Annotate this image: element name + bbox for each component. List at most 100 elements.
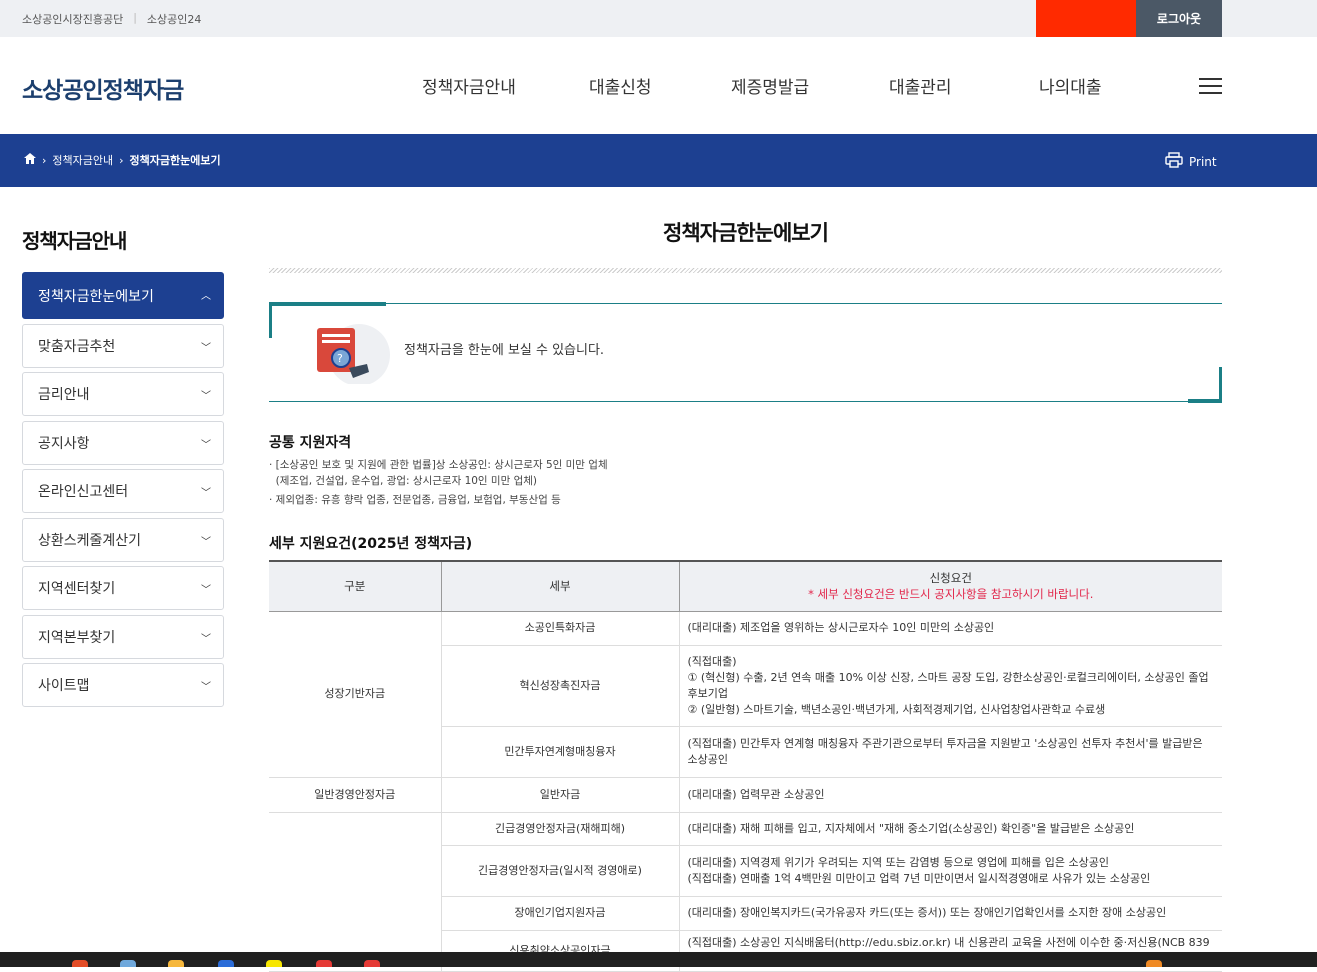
home-icon[interactable]: [24, 153, 36, 167]
table-row: 성장기반자금 소공인특화자금 (대리대출) 제조업을 영위하는 상시근로자수 1…: [269, 611, 1222, 778]
svg-text:?: ?: [337, 352, 343, 365]
chrome-icon[interactable]: [72, 960, 88, 967]
table-row: 일반경영안정자금 일반자금 (대리대출) 업력무관 소상공인: [269, 777, 1222, 813]
accent-line: [1188, 399, 1222, 403]
page-title: 정책자금한눈에보기: [663, 221, 829, 245]
breadcrumb-level1[interactable]: 정책자금안내: [52, 152, 113, 168]
app-icon[interactable]: [364, 960, 380, 967]
logout-button[interactable]: 로그아웃: [1136, 0, 1222, 37]
sidebar-item-label: 공지사항: [38, 435, 90, 452]
top-utility-bar: 소상공인시장진흥공단 | 소상공인24 로그아웃: [0, 0, 1317, 37]
detail-cell: 일반자금: [441, 777, 680, 813]
table-row: 긴급경영안정자금(재해피해) (대리대출) 재해 피해를 입고, 지자체에서 "…: [269, 812, 1222, 972]
req-line: (직접대출): [687, 654, 737, 668]
sidebar-item-interest[interactable]: 금리안내 ﹀: [22, 372, 224, 416]
sidebar-item-label: 맞춤자금추천: [38, 338, 116, 355]
req-line: ① (혁신형) 수출, 2년 연속 매출 10% 이상 신장, 스마트 공장 도…: [687, 670, 1209, 700]
req-cell: (직접대출) 민간투자 연계형 매칭융자 주관기관으로부터 투자금을 지원받고 …: [679, 726, 1222, 778]
nav-policy-fund[interactable]: 정책자금안내: [422, 73, 516, 98]
nav-loan-apply[interactable]: 대출신청: [589, 73, 652, 98]
group-cell: [269, 812, 442, 972]
header-requirement-label: 신청요건: [929, 571, 972, 586]
policy-book-icon: ?: [301, 324, 391, 386]
detail-cell: 긴급경영안정자금(일시적 경영애로): [441, 845, 680, 897]
app-icon[interactable]: [120, 960, 136, 967]
sidebar-item-label: 상환스케줄계산기: [38, 532, 142, 549]
header-requirement: 신청요건 * 세부 신청요건은 반드시 공지사항을 참고하시기 바랍니다.: [679, 560, 1222, 612]
sidebar-item-center[interactable]: 지역센터찾기 ﹀: [22, 566, 224, 610]
chevron-down-icon: ﹀: [201, 682, 211, 693]
breadcrumb: › 정책자금안내 › 정책자금한눈에보기: [24, 152, 221, 168]
sidebar-item-report[interactable]: 온라인신고센터 ﹀: [22, 469, 224, 513]
chevron-down-icon: ﹀: [201, 342, 211, 354]
breadcrumb-bar: › 정책자금안내 › 정책자금한눈에보기 Print: [0, 134, 1317, 187]
chevron-down-icon: ﹀: [201, 439, 211, 451]
req-cell: (대리대출) 업력무관 소상공인: [679, 777, 1222, 813]
sidebar-item-notice[interactable]: 공지사항 ﹀: [22, 420, 224, 465]
sidebar-item-overview[interactable]: 정책자금한눈에보기 ︿: [22, 272, 224, 319]
accent-line: [1219, 367, 1222, 403]
detail-cell: 긴급경영안정자금(재해피해): [441, 812, 680, 846]
breadcrumb-current: 정책자금한눈에보기: [129, 154, 221, 167]
detail-cell: 장애인기업지원자금: [441, 896, 680, 931]
detail-cell: 혁신성장촉진자금: [441, 645, 680, 727]
group-cell: 성장기반자금: [269, 611, 442, 778]
accent-line: [269, 302, 386, 306]
detail-cell: 소공인특화자금: [441, 611, 680, 646]
sidebar-title: 정책자금안내: [22, 229, 127, 253]
detail-cell: 민간투자연계형매칭융자: [441, 726, 680, 778]
nav-loan-manage[interactable]: 대출관리: [889, 73, 952, 98]
common-item: · [소상공인 보호 및 지원에 관한 법률]상 소상공인: 상시근로자 5인 …: [269, 459, 608, 471]
header-detail: 세부: [441, 560, 680, 612]
sidebar-item-label: 지역본부찾기: [38, 629, 116, 646]
req-line: ② (일반형) 스마트기술, 백년소공인·백년가게, 사회적경제기업, 신사업창…: [687, 702, 1106, 716]
nav-certificates[interactable]: 제증명발급: [731, 73, 809, 98]
table-header-row: 구분 세부 신청요건 * 세부 신청요건은 반드시 공지사항을 참고하시기 바랍…: [269, 560, 1222, 612]
printer-icon: [1165, 152, 1183, 171]
divider: [269, 268, 1222, 273]
site-header: 소상공인정책자금 정책자금안내 대출신청 제증명발급 대출관리 나의대출: [0, 37, 1317, 134]
common-item: (제조업, 건설업, 운수업, 광업: 상시근로자 10인 미만 업체): [269, 475, 538, 487]
req-cell: (직접대출) ① (혁신형) 수출, 2년 연속 매출 10% 이상 신장, 스…: [679, 645, 1222, 727]
accent-line: [269, 302, 272, 338]
sidebar-menu: 정책자금한눈에보기 ︿ 맞춤자금추천 ﹀ 금리안내 ﹀ 공지사항 ﹀ 온라인신고…: [22, 272, 224, 712]
nav-my-loans[interactable]: 나의대출: [1039, 73, 1102, 98]
edge-icon[interactable]: [218, 960, 234, 967]
chevron-down-icon: ﹀: [201, 633, 211, 645]
intro-box: ? 정책자금을 한눈에 보실 수 있습니다.: [269, 302, 1222, 403]
print-label: Print: [1189, 154, 1217, 169]
agency-link[interactable]: 소상공인시장진흥공단: [22, 11, 123, 27]
app-icon[interactable]: [316, 960, 332, 967]
chevron-down-icon: ﹀: [201, 536, 211, 548]
chevron-right-icon: ›: [119, 153, 124, 167]
chat-icon[interactable]: [266, 960, 282, 967]
header-note: * 세부 신청요건은 반드시 공지사항을 참고하시기 바랍니다.: [808, 587, 1094, 602]
header-category: 구분: [269, 560, 442, 612]
notification-icon[interactable]: [1146, 960, 1162, 967]
sidebar-item-sitemap[interactable]: 사이트맵 ﹀: [22, 663, 224, 707]
chevron-down-icon: ﹀: [201, 585, 211, 596]
requirements-table: 구분 세부 신청요건 * 세부 신청요건은 반드시 공지사항을 참고하시기 바랍…: [269, 560, 1222, 972]
folder-icon[interactable]: [168, 960, 184, 967]
chevron-down-icon: ﹀: [201, 391, 211, 402]
common-item: · 제외업종: 유흥 향락 업종, 전문업종, 금융업, 보험업, 부동산업 등: [269, 494, 561, 506]
sidebar-item-calculator[interactable]: 상환스케줄계산기 ﹀: [22, 517, 224, 562]
req-cell: (대리대출) 장애인복지카드(국가유공자 카드(또는 증서)) 또는 장애인기업…: [679, 896, 1222, 931]
sidebar-item-label: 지역센터찾기: [38, 581, 116, 597]
divider: |: [133, 11, 137, 24]
site-logo[interactable]: 소상공인정책자금: [22, 71, 184, 105]
sbiz24-link[interactable]: 소상공인24: [147, 11, 201, 27]
req-cell: (대리대출) 지역경제 위기가 우려되는 지역 또는 감염병 등으로 영업에 피…: [679, 845, 1222, 897]
os-taskbar: [0, 952, 1317, 967]
notification-banner: [1036, 0, 1136, 37]
utility-links: 소상공인시장진흥공단 | 소상공인24: [22, 11, 201, 27]
menu-icon[interactable]: [1199, 78, 1222, 94]
print-button[interactable]: Print: [1165, 152, 1217, 171]
chevron-right-icon: ›: [42, 153, 47, 167]
common-title: 공통 지원자격: [269, 435, 352, 451]
req-cell: (대리대출) 재해 피해를 입고, 지자체에서 "재해 중소기업(소상공인) 확…: [679, 812, 1222, 846]
sidebar-item-hq[interactable]: 지역본부찾기 ﹀: [22, 614, 224, 659]
req-line: (직접대출) 연매출 1억 4백만원 미만이고 업력 7년 미만이면서 일시적경…: [687, 871, 1151, 885]
sidebar-item-recommend[interactable]: 맞춤자금추천 ﹀: [22, 323, 224, 368]
intro-text: 정책자금을 한눈에 보실 수 있습니다.: [404, 343, 605, 358]
